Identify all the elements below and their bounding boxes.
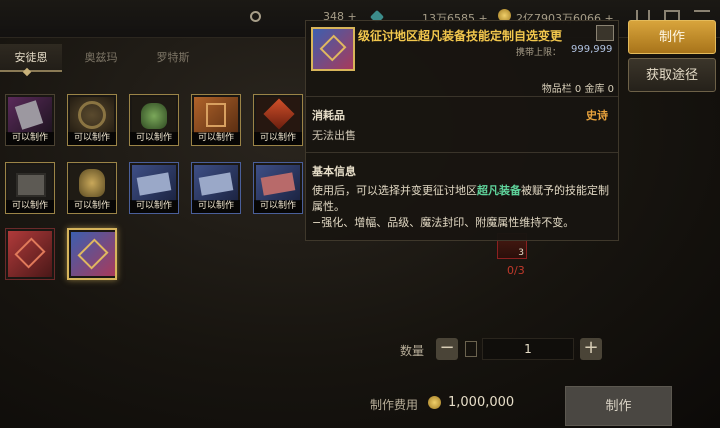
- item-title: 级征讨地区超凡装备技能定制自选变更: [358, 29, 563, 43]
- craftable-label: 可以制作: [68, 132, 116, 145]
- quantity-input[interactable]: 1: [482, 338, 574, 360]
- gold-coin-icon: [428, 396, 441, 409]
- craftable-label: 可以制作: [6, 132, 54, 145]
- item-slot[interactable]: 可以制作: [191, 94, 241, 146]
- desc-highlight: 超凡装备: [477, 184, 521, 197]
- craftable-label: 可以制作: [192, 200, 240, 213]
- item-tooltip: 级征讨地区超凡装备技能定制自选变更 携带上限： 999,999 物品栏 0 金库…: [305, 20, 619, 241]
- blue-ticket-icon: [132, 165, 176, 201]
- item-slot[interactable]: 可以制作: [129, 94, 179, 146]
- item-description: 使用后，可以选择并变更征讨地区超凡装备被赋予的技能定制属性。 −强化、增幅、品级…: [312, 183, 612, 231]
- item-slot[interactable]: 可以制作: [253, 162, 303, 214]
- orange-card-icon: [194, 97, 238, 133]
- item-slot[interactable]: 可以制作: [253, 94, 303, 146]
- item-slot-selected[interactable]: [67, 228, 117, 280]
- blue-card-icon: [71, 232, 115, 276]
- sell-status: 无法出售: [312, 129, 356, 142]
- item-slot[interactable]: 可以制作: [67, 162, 117, 214]
- craftable-label: 可以制作: [68, 200, 116, 213]
- item-rarity: 史诗: [586, 109, 608, 122]
- basic-info-heading: 基本信息: [312, 165, 356, 178]
- divider: [306, 152, 618, 153]
- item-slot[interactable]: [5, 228, 55, 280]
- tab-ozma[interactable]: 奥兹玛: [70, 44, 132, 72]
- quantity-plus-button[interactable]: +: [580, 338, 602, 360]
- craft-fee-label: 制作费用: [370, 398, 419, 412]
- obtain-route-button[interactable]: 获取途径: [628, 58, 716, 92]
- item-slot[interactable]: 可以制作: [5, 162, 55, 214]
- divider: [306, 96, 618, 97]
- tab-lotus-label: 罗特斯: [156, 51, 190, 64]
- craftable-label: 可以制作: [130, 132, 178, 145]
- seal-box-icon: [8, 97, 52, 133]
- tab-lotus[interactable]: 罗特斯: [142, 44, 204, 72]
- carry-limit-value: 999,999: [571, 44, 613, 55]
- active-tab-indicator: [22, 67, 32, 77]
- craftable-label: 可以制作: [254, 200, 302, 213]
- red-card-icon: [8, 231, 52, 277]
- desc-text: 使用后，可以选择并变更征讨地区: [312, 184, 477, 197]
- item-slot[interactable]: 可以制作: [191, 162, 241, 214]
- red-gem-icon: [256, 97, 300, 133]
- gold-urn-icon: [70, 165, 114, 201]
- carry-limit-label: 携带上限：: [516, 48, 562, 58]
- material-count: 0/3: [507, 264, 525, 277]
- desc-text: −强化、增幅、品级、魔法封印、附魔属性维持不变。: [312, 216, 575, 229]
- quantity-minus-button[interactable]: −: [436, 338, 458, 360]
- craft-button[interactable]: 制作: [565, 386, 672, 426]
- inventory-count: 物品栏 0 金库 0: [541, 84, 614, 95]
- red-ticket-icon: [256, 165, 300, 201]
- coin-c-icon: [250, 11, 261, 22]
- calculator-icon[interactable]: [465, 341, 477, 357]
- jade-urn-icon: [132, 97, 176, 133]
- tab-anton[interactable]: 安徒恩: [0, 44, 62, 77]
- tab-ozma-label: 奥兹玛: [84, 51, 118, 64]
- gear-chest-icon: [70, 97, 114, 133]
- tab-anton-label: 安徒恩: [14, 51, 48, 64]
- craftable-label: 可以制作: [254, 132, 302, 145]
- make-button[interactable]: 制作: [628, 20, 716, 54]
- blue-ticket-2-icon: [194, 165, 238, 201]
- iron-chest-icon: [8, 165, 52, 201]
- material-badge: 3: [518, 248, 524, 258]
- item-slot[interactable]: 可以制作: [5, 94, 55, 146]
- item-card-icon: [311, 27, 355, 71]
- craft-fee-value: 1,000,000: [448, 395, 515, 410]
- craftable-label: 可以制作: [192, 132, 240, 145]
- item-slot[interactable]: 可以制作: [129, 162, 179, 214]
- item-slot[interactable]: 可以制作: [67, 94, 117, 146]
- craftable-label: 可以制作: [6, 200, 54, 213]
- quantity-label: 数量: [400, 344, 425, 358]
- item-category: 消耗品: [312, 109, 345, 122]
- craftable-label: 可以制作: [130, 200, 178, 213]
- region-tabs: 安徒恩 奥兹玛 罗特斯: [0, 44, 300, 77]
- share-icon[interactable]: [596, 25, 614, 41]
